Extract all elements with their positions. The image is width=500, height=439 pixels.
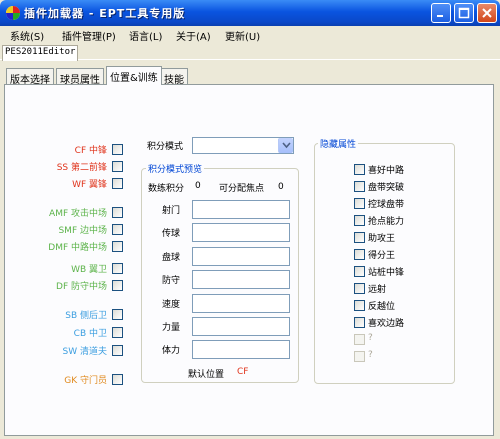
position-label: WF 翼锋 — [72, 180, 107, 190]
attr-checkbox[interactable] — [354, 351, 365, 362]
position-checkbox[interactable] — [112, 327, 123, 338]
tab-position-training[interactable]: 位置&训练 — [106, 66, 162, 85]
field-input[interactable] — [192, 340, 290, 359]
attr-checkbox[interactable] — [354, 181, 365, 192]
attr-label: ? — [368, 350, 373, 360]
field-input[interactable] — [192, 294, 290, 313]
field-label: 传球 — [162, 229, 181, 239]
position-checkbox[interactable] — [112, 144, 123, 155]
attr-checkbox[interactable] — [354, 249, 365, 260]
alloc-label: 可分配焦点 — [219, 184, 265, 194]
attr-label: 助攻王 — [368, 234, 396, 244]
attr-checkbox[interactable] — [354, 283, 365, 294]
dropdown-button[interactable] — [278, 138, 293, 153]
position-label: SW 清道夫 — [62, 347, 107, 357]
field-input[interactable] — [192, 270, 290, 289]
tab-version-select[interactable]: 版本选择 — [6, 68, 54, 86]
title-bar: 插件加载器 - EPT工具专用版 — [0, 0, 500, 26]
position-checkbox[interactable] — [112, 207, 123, 218]
tab-player-attributes[interactable]: 球员属性 — [56, 68, 104, 86]
doc-tab-pes2011editor[interactable]: PES2011Editor — [2, 45, 78, 61]
menu-language[interactable]: 语言(L) — [129, 28, 162, 43]
attr-checkbox[interactable] — [354, 198, 365, 209]
tab-strip: 版本选择 球员属性 位置&训练 技能 — [4, 66, 494, 86]
attr-checkbox[interactable] — [354, 266, 365, 277]
level-label: 数练积分 — [148, 184, 185, 194]
attr-checkbox[interactable] — [354, 164, 365, 175]
attr-label: 喜好中路 — [368, 166, 405, 176]
chevron-down-icon — [282, 142, 291, 149]
minimize-icon — [437, 15, 443, 17]
alloc-value: 0 — [278, 182, 284, 192]
document-tabs: PES2011Editor — [0, 44, 500, 61]
position-label: AMF 攻击中场 — [49, 209, 107, 219]
tab-skills[interactable]: 技能 — [160, 68, 188, 86]
window-title: 插件加载器 - EPT工具专用版 — [24, 7, 186, 20]
field-label: 盘球 — [162, 253, 181, 263]
attr-label: 远射 — [368, 285, 387, 295]
menu-plugin-manage[interactable]: 插件管理(P) — [62, 28, 116, 43]
field-label: 防守 — [162, 276, 181, 286]
field-input[interactable] — [192, 247, 290, 266]
position-checkbox[interactable] — [112, 224, 123, 235]
field-input[interactable] — [192, 223, 290, 242]
position-label: DF 防守中场 — [56, 282, 107, 292]
position-checkbox[interactable] — [112, 241, 123, 252]
position-label: CF 中锋 — [74, 146, 107, 156]
field-label: 速度 — [162, 300, 181, 310]
maximize-button[interactable] — [454, 3, 474, 23]
position-checkbox[interactable] — [112, 161, 123, 172]
field-label: 射门 — [162, 206, 181, 216]
maximize-icon — [458, 7, 470, 19]
close-icon — [482, 8, 492, 18]
level-value: 0 — [195, 181, 201, 191]
menu-bar: 系统(S) 插件管理(P) 语言(L) 关于(A) 更新(U) — [0, 26, 500, 44]
position-label: SMF 边中场 — [58, 226, 107, 236]
score-mode-select[interactable] — [192, 137, 294, 154]
position-checkbox[interactable] — [112, 280, 123, 291]
attr-label: 控球盘带 — [368, 200, 405, 210]
position-checkbox[interactable] — [112, 178, 123, 189]
app-icon — [6, 6, 20, 20]
preview-title: 积分模式预览 — [146, 162, 205, 175]
field-label: 体力 — [162, 346, 181, 356]
attr-label: 喜欢边路 — [368, 319, 405, 329]
hidden-attrs-title: 隐藏属性 — [318, 137, 359, 150]
attr-checkbox[interactable] — [354, 334, 365, 345]
attr-label: 盘带突破 — [368, 183, 405, 193]
position-checkbox[interactable] — [112, 374, 123, 385]
position-label: CB 中卫 — [73, 329, 107, 339]
attr-label: 抢点能力 — [368, 217, 405, 227]
menu-about[interactable]: 关于(A) — [176, 28, 211, 43]
score-mode-label: 积分模式 — [147, 142, 184, 152]
position-label: SB 侧后卫 — [65, 311, 107, 321]
field-input[interactable] — [192, 317, 290, 336]
default-pos-label: 默认位置 — [188, 370, 225, 380]
menu-system[interactable]: 系统(S) — [10, 28, 44, 43]
field-label: 力量 — [162, 323, 181, 333]
attr-checkbox[interactable] — [354, 232, 365, 243]
field-input[interactable] — [192, 200, 290, 219]
attr-label: ? — [368, 333, 373, 343]
attr-checkbox[interactable] — [354, 317, 365, 328]
position-label: SS 第二前锋 — [56, 163, 107, 173]
attr-checkbox[interactable] — [354, 215, 365, 226]
position-checkbox[interactable] — [112, 309, 123, 320]
position-label: DMF 中路中场 — [48, 243, 107, 253]
default-pos-value: CF — [237, 367, 249, 377]
menu-update[interactable]: 更新(U) — [225, 28, 260, 43]
attr-label: 反越位 — [368, 302, 396, 312]
minimize-button[interactable] — [431, 3, 451, 23]
position-label: GK 守门员 — [64, 376, 107, 386]
attr-label: 得分王 — [368, 251, 396, 261]
attr-label: 站桩中锋 — [368, 268, 405, 278]
attr-checkbox[interactable] — [354, 300, 365, 311]
position-label: WB 翼卫 — [71, 265, 107, 275]
position-checkbox[interactable] — [112, 263, 123, 274]
close-button[interactable] — [477, 3, 497, 23]
position-checkbox[interactable] — [112, 345, 123, 356]
